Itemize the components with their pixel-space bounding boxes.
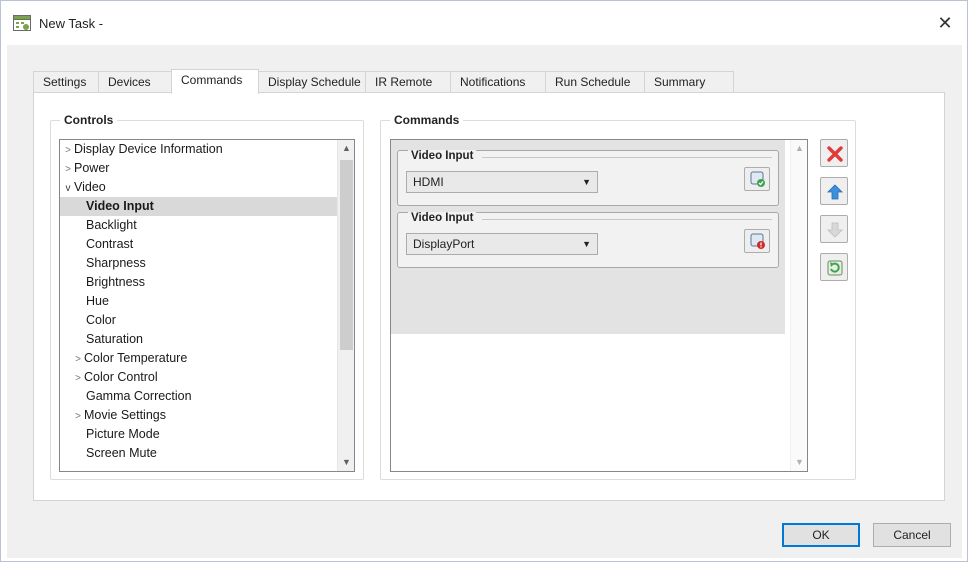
video-input-select[interactable]: HDMI ▼ — [406, 171, 598, 193]
scroll-up-icon[interactable]: ▲ — [338, 140, 354, 157]
command-item-label: Video Input — [408, 150, 477, 162]
tree-item-color-temperature[interactable]: > Color Temperature — [60, 349, 187, 368]
command-item[interactable]: Video Input HDMI ▼ — [397, 150, 779, 206]
tree-item-sharpness[interactable]: Sharpness — [60, 254, 146, 273]
chevron-right-icon[interactable]: > — [72, 369, 84, 388]
move-down-button[interactable] — [820, 215, 848, 243]
video-input-select[interactable]: DisplayPort ▼ — [406, 233, 598, 255]
controls-scrollbar[interactable]: ▲ ▼ — [337, 140, 354, 471]
video-input-select-value: HDMI — [413, 175, 444, 189]
command-item-label: Video Input — [408, 212, 477, 224]
tree-item-picture-mode[interactable]: Picture Mode — [60, 425, 160, 444]
delete-icon — [827, 146, 843, 162]
move-up-button[interactable] — [820, 177, 848, 205]
title-bar: New Task - ✕ — [1, 1, 967, 45]
window-title: New Task - — [39, 16, 104, 31]
move-up-icon — [827, 184, 843, 200]
dialog-window: New Task - ✕ Settings Devices Commands D… — [0, 0, 968, 562]
tab-display-schedule[interactable]: Display Schedule — [258, 71, 366, 93]
command-item[interactable]: Video Input DisplayPort ▼ — [397, 212, 779, 268]
cancel-button[interactable]: Cancel — [873, 523, 951, 547]
ok-button[interactable]: OK — [782, 523, 860, 547]
refresh-icon — [827, 260, 843, 276]
chevron-right-icon[interactable]: > — [72, 407, 84, 426]
command-item-divider — [482, 157, 772, 158]
tab-ir-remote[interactable]: IR Remote — [365, 71, 451, 93]
tree-item-screen-mute[interactable]: Screen Mute — [60, 444, 157, 463]
tree-item-video[interactable]: v Video — [60, 178, 338, 197]
tab-devices[interactable]: Devices — [98, 71, 172, 93]
tab-commands[interactable]: Commands — [171, 69, 259, 94]
tree-item-video-input[interactable]: Video Input — [60, 197, 338, 216]
scroll-down-icon[interactable]: ▼ — [338, 454, 354, 471]
tab-run-schedule[interactable]: Run Schedule — [545, 71, 645, 93]
chevron-right-icon[interactable]: > — [62, 160, 74, 179]
commands-title: Commands — [390, 113, 464, 127]
task-app-icon — [13, 15, 31, 31]
close-icon[interactable]: ✕ — [933, 11, 957, 35]
video-input-select-value: DisplayPort — [413, 237, 475, 251]
commands-tab-page: Controls > Display Device Information > Po… — [33, 92, 945, 501]
move-down-icon — [827, 222, 843, 238]
commands-list[interactable]: Video Input HDMI ▼ Video Input DisplayPo… — [390, 139, 808, 472]
tree-item-brightness[interactable]: Brightness — [60, 273, 145, 292]
execute-ok-icon — [750, 171, 765, 187]
controls-title: Controls — [60, 113, 118, 127]
scroll-down-icon[interactable]: ▼ — [791, 454, 807, 471]
delete-command-button[interactable] — [820, 139, 848, 167]
tab-notifications[interactable]: Notifications — [450, 71, 546, 93]
tree-item-movie-settings[interactable]: > Movie Settings — [60, 406, 166, 425]
tab-summary[interactable]: Summary — [644, 71, 734, 93]
tree-item-hue[interactable]: Hue — [60, 292, 109, 311]
command-item-divider — [482, 219, 772, 220]
dropdown-arrow-icon[interactable]: ▼ — [582, 234, 591, 254]
tree-item-saturation[interactable]: Saturation — [60, 330, 143, 349]
dialog-client: Settings Devices Commands Display Schedu… — [7, 45, 962, 558]
tree-item-gamma-correction[interactable]: Gamma Correction — [60, 387, 192, 406]
tree-item-contrast[interactable]: Contrast — [60, 235, 133, 254]
tree-item-display-device-information[interactable]: > Display Device Information — [60, 140, 338, 159]
tree-item-color-control[interactable]: > Color Control — [60, 368, 158, 387]
refresh-command-button[interactable] — [820, 253, 848, 281]
chevron-right-icon[interactable]: > — [72, 350, 84, 369]
tree-item-backlight[interactable]: Backlight — [60, 216, 137, 235]
execute-ok-button[interactable] — [744, 167, 770, 191]
commands-scrollbar[interactable]: ▲ ▼ — [790, 140, 807, 471]
controls-tree[interactable]: > Display Device Information > Power v Vide… — [59, 139, 355, 472]
chevron-down-icon[interactable]: v — [62, 179, 74, 198]
tree-item-power[interactable]: > Power — [60, 159, 338, 178]
chevron-right-icon[interactable]: > — [62, 141, 74, 160]
execute-error-icon — [750, 233, 765, 249]
scroll-up-icon[interactable]: ▲ — [791, 140, 807, 157]
tree-item-color[interactable]: Color — [60, 311, 116, 330]
execute-error-button[interactable] — [744, 229, 770, 253]
tab-settings[interactable]: Settings — [33, 71, 99, 93]
dropdown-arrow-icon[interactable]: ▼ — [582, 172, 591, 192]
scroll-thumb[interactable] — [340, 160, 353, 350]
